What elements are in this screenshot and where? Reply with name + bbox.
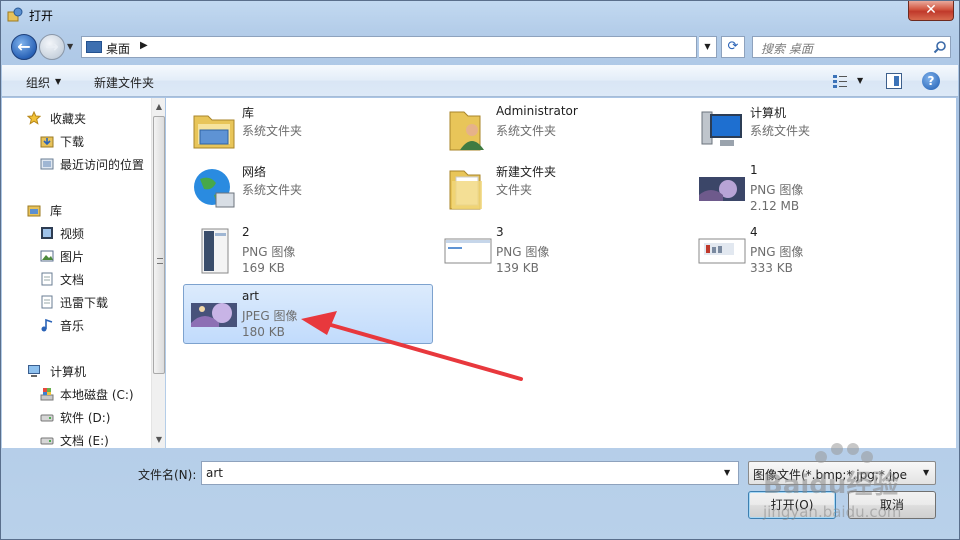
desktop-icon xyxy=(86,41,102,53)
breadcrumb-desktop[interactable]: 桌面 xyxy=(106,40,130,57)
file-item-new-folder[interactable]: 新建文件夹 文件夹 xyxy=(438,159,688,219)
file-item-administrator[interactable]: Administrator 系统文件夹 xyxy=(438,100,688,160)
address-history-dropdown[interactable]: ▼ xyxy=(699,36,717,58)
organize-caret-icon[interactable]: ▼ xyxy=(55,77,61,86)
file-item-computer[interactable]: 计算机 系统文件夹 xyxy=(692,100,942,160)
search-icon[interactable] xyxy=(933,40,947,54)
recent-pages-dropdown[interactable]: ▼ xyxy=(67,42,79,52)
command-bar: 组织 ▼ 新建文件夹 ▼ ? xyxy=(2,65,958,97)
search-input[interactable]: 搜索 桌面 xyxy=(752,36,951,58)
download-folder-icon xyxy=(40,136,54,148)
forward-button[interactable]: → xyxy=(39,34,65,60)
file-item-library[interactable]: 库 系统文件夹 xyxy=(184,100,434,160)
drive-icon xyxy=(40,437,54,445)
star-icon xyxy=(27,111,41,125)
filename-label: 文件名(N): xyxy=(138,468,197,482)
image-thumbnail xyxy=(201,228,229,274)
image-thumbnail xyxy=(698,238,746,264)
window-title: 打开 xyxy=(29,9,54,23)
back-arrow-icon: ← xyxy=(17,37,31,56)
svg-text:Baidu经验: Baidu经验 xyxy=(763,469,898,500)
library-icon xyxy=(27,205,41,217)
filename-input[interactable]: art ▼ xyxy=(201,461,739,485)
forward-arrow-icon: → xyxy=(45,37,59,56)
computer-icon xyxy=(701,111,742,146)
file-item-1[interactable]: 1 PNG 图像 2.12 MB xyxy=(692,159,942,219)
scroll-down-icon[interactable]: ▼ xyxy=(154,435,164,445)
filename-value: art xyxy=(206,466,223,480)
address-bar[interactable]: 桌面 ▶ xyxy=(81,36,697,58)
library-icon xyxy=(193,115,235,149)
back-button[interactable]: ← xyxy=(11,34,37,60)
scrollbar-thumb[interactable] xyxy=(153,116,165,374)
filename-history-dropdown[interactable]: ▼ xyxy=(724,468,730,477)
document-icon xyxy=(41,272,53,286)
network-icon xyxy=(194,169,235,208)
views-caret-icon[interactable]: ▼ xyxy=(857,76,863,85)
file-item-3[interactable]: 3 PNG 图像 139 KB xyxy=(438,221,688,281)
file-list: 库 系统文件夹 Administrator 系统文件夹 计算机 系统文件夹 网络… xyxy=(166,98,956,448)
drive-icon xyxy=(40,414,54,422)
navigation-scrollbar[interactable]: ▲ ▼ xyxy=(151,98,165,448)
address-row: ← → ▼ 桌面 ▶ ▼ ⟳ 搜索 桌面 xyxy=(1,31,959,63)
recent-places-icon xyxy=(40,158,54,170)
video-icon xyxy=(41,227,53,239)
app-icon xyxy=(7,7,23,22)
computer-icon xyxy=(28,365,40,377)
open-file-dialog: 打开 ✕ ← → ▼ 桌面 ▶ ▼ ⟳ 搜索 桌面 组织 ▼ 新建文件夹 ▼ ?… xyxy=(0,0,960,540)
svg-text:jingyan.baidu.com: jingyan.baidu.com xyxy=(762,503,901,521)
music-icon xyxy=(41,318,53,332)
help-icon[interactable]: ? xyxy=(922,72,940,90)
image-thumbnail xyxy=(191,303,237,327)
file-item-2[interactable]: 2 PNG 图像 169 KB xyxy=(184,221,434,281)
title-bar: 打开 ✕ xyxy=(1,1,959,29)
file-item-4[interactable]: 4 PNG 图像 333 KB xyxy=(692,221,942,281)
organize-button[interactable]: 组织 xyxy=(26,74,50,91)
scroll-up-icon[interactable]: ▲ xyxy=(154,102,164,112)
document-icon xyxy=(41,295,53,309)
system-drive-icon xyxy=(40,388,54,401)
file-item-network[interactable]: 网络 系统文件夹 xyxy=(184,159,434,219)
close-button[interactable]: ✕ xyxy=(908,1,954,21)
search-placeholder: 搜索 桌面 xyxy=(761,42,813,56)
baidu-watermark-logo: Baidu经验 jingyan.baidu.com xyxy=(762,443,901,521)
new-folder-button[interactable]: 新建文件夹 xyxy=(94,74,154,91)
breadcrumb-chevron-icon[interactable]: ▶ xyxy=(140,40,148,51)
file-item-art[interactable]: art JPEG 图像 180 KB xyxy=(183,284,433,344)
refresh-button[interactable]: ⟳ xyxy=(721,36,745,58)
scrollbar-grip xyxy=(157,258,163,264)
navigation-pane: 收藏夹 下载 最近访问的位置 库 视频 图片 文档 迅雷下载 音乐 计算机 本地… xyxy=(2,98,165,448)
picture-icon xyxy=(40,250,54,262)
user-folder-icon xyxy=(449,111,484,151)
image-thumbnail xyxy=(444,238,492,264)
folder-icon xyxy=(449,170,482,210)
image-thumbnail xyxy=(699,177,745,201)
change-view-icon[interactable] xyxy=(832,73,848,89)
preview-pane-icon[interactable] xyxy=(886,73,902,89)
